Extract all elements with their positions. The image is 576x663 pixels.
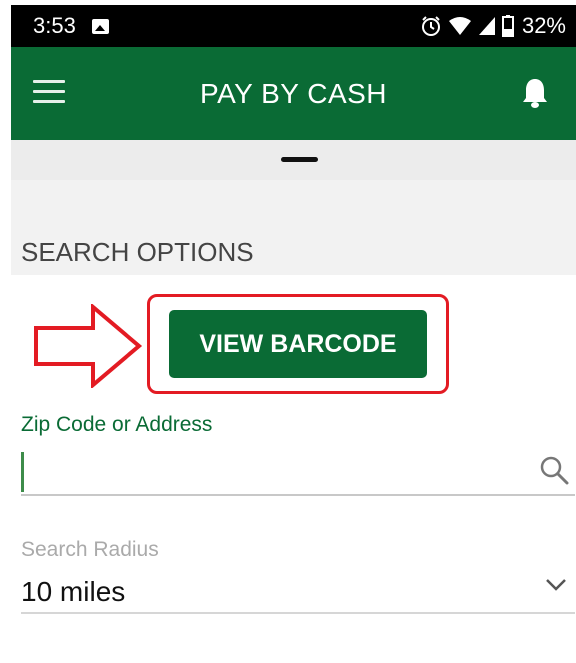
zip-field-label: Zip Code or Address: [21, 413, 213, 436]
radius-select[interactable]: 10 miles: [21, 570, 575, 614]
signal-icon: [478, 17, 495, 35]
status-icons: 32%: [420, 13, 566, 39]
wifi-icon: [448, 17, 471, 35]
section-title: SEARCH OPTIONS: [21, 237, 254, 267]
annotation-arrow-icon: [34, 304, 143, 388]
battery-icon: [501, 15, 514, 37]
battery-percent: 32%: [521, 13, 566, 38]
drag-handle[interactable]: [281, 157, 318, 162]
status-time: 3:53: [33, 13, 76, 38]
zip-address-input[interactable]: [21, 450, 575, 496]
search-icon[interactable]: [539, 455, 569, 485]
sheet-handle-area[interactable]: [11, 140, 576, 180]
radius-value: 10 miles: [21, 576, 126, 607]
page-title: PAY BY CASH: [199, 78, 388, 109]
text-cursor: [21, 452, 24, 492]
bell-icon[interactable]: [521, 77, 549, 109]
radius-field-label: Search Radius: [21, 538, 159, 561]
app-bar: PAY BY CASH: [11, 47, 576, 140]
alarm-icon: [421, 16, 440, 36]
view-barcode-button[interactable]: VIEW BARCODE: [169, 310, 427, 378]
status-bar: 3:53 32%: [11, 5, 576, 47]
image-icon: [91, 18, 109, 34]
chevron-down-icon: [546, 579, 566, 591]
app-frame: 3:53 32% PAY BY CASH SEARCH OPTIONS VIEW…: [11, 0, 576, 663]
